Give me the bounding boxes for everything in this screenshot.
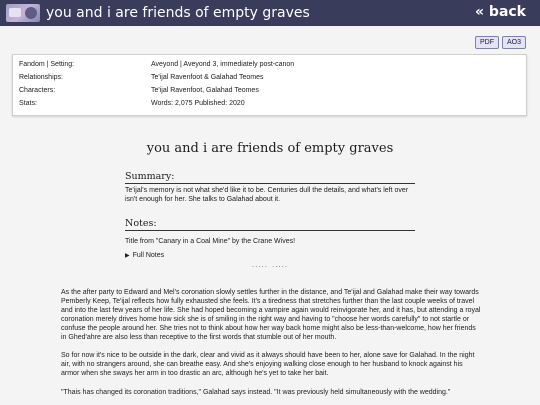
divider-dots-right: ····· xyxy=(272,263,289,271)
summary-heading: Summary: xyxy=(125,171,415,184)
download-buttons: PDF AO3 xyxy=(474,36,526,49)
pdf-button[interactable]: PDF xyxy=(474,36,499,49)
meta-key: Stats: xyxy=(19,100,37,107)
meta-value: Words: 2,075 Published: 2020 xyxy=(151,100,245,107)
page-title: you and i are friends of empty graves xyxy=(46,5,310,21)
ao3-button[interactable]: AO3 xyxy=(501,36,526,49)
divider-dots-left: ····· xyxy=(251,263,268,271)
story-paragraph-1: As the after party to Edward and Mel's c… xyxy=(61,289,481,341)
work-title: you and i are friends of empty graves xyxy=(146,141,394,156)
full-notes-toggle[interactable]: ▶ Full Notes xyxy=(125,252,164,259)
top-bar: you and i are friends of empty graves « … xyxy=(0,0,540,26)
triangle-right-icon: ▶ xyxy=(125,253,130,259)
back-link[interactable]: « back xyxy=(475,4,526,20)
meta-value: Aveyond | Aveyond 3, immediately post-ca… xyxy=(151,61,295,68)
section-divider: ····· ····· xyxy=(251,262,289,272)
meta-key: Relationships: xyxy=(19,74,63,81)
avatar[interactable] xyxy=(6,4,40,22)
summary-text: Te'ijal's memory is not what she'd like … xyxy=(125,187,409,203)
story-paragraph-2: So for now it's nice to be outside in th… xyxy=(61,352,475,377)
meta-value: Te'ijal Ravenfoot & Galahad Teomes xyxy=(151,74,264,81)
meta-key: Characters: xyxy=(19,87,56,94)
full-notes-label: Full Notes xyxy=(132,252,165,259)
meta-key: Fandom | Setting: xyxy=(19,61,75,68)
notes-heading: Notes: xyxy=(125,218,415,231)
meta-value: Te'ijal Ravenfoot, Galahad Teomes xyxy=(151,87,259,94)
work-meta-box: Fandom | Setting: Aveyond | Aveyond 3, i… xyxy=(12,54,527,116)
story-paragraph-3: "Thais has changed its coronation tradit… xyxy=(61,389,451,396)
notes-text: Title from "Canary in a Coal Mine" by th… xyxy=(125,238,296,245)
